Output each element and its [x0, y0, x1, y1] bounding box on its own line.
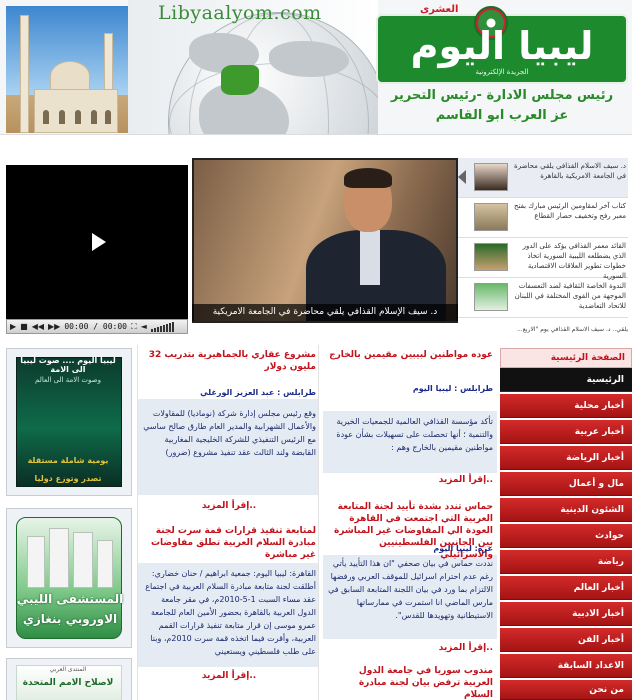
nav-item-home[interactable]: الرئيسية [500, 368, 632, 392]
nav-item-local-news[interactable]: أخبار محلية [500, 394, 632, 418]
thumbnail-image [474, 243, 508, 271]
thumbnail-item[interactable]: الندوة الخاصة الثقافية لضد التعسفات المو… [458, 278, 628, 318]
speaker-icon[interactable]: ◄ [141, 321, 147, 333]
photo-person-hair [344, 168, 392, 188]
stop-button-icon[interactable]: ■ [20, 321, 28, 333]
thumbnail-item[interactable]: د. سيف الاسلام القذافي يلقي محاضرة في ال… [458, 158, 628, 198]
main-dome [50, 61, 90, 91]
logo-tag: العشرى [420, 4, 459, 15]
nav-item-arab-news[interactable]: أخبار عربية [500, 420, 632, 444]
video-controls: ▶ ■ ◀◀ ▶▶ 00:00 / 00:00 ⛶ ◄ [6, 319, 188, 334]
site-header: Libyaalyom.com العشرى ليبيا اليوم الجريد… [0, 0, 632, 135]
volume-bars[interactable] [150, 321, 174, 332]
time-display: 00:00 / 00:00 [64, 322, 127, 331]
mosque-image [6, 6, 128, 133]
article-body: وقع رئيس مجلس إدارة شركة (نوماديا) للمقا… [143, 409, 316, 457]
fullscreen-icon[interactable]: ⛶ [131, 321, 137, 333]
nav-item-sports-news[interactable]: أخبار الرياضة [500, 446, 632, 470]
article-byline: غزة: ليبيا اليوم [433, 544, 493, 553]
logo-subtitle: الجريدة الإلكترونية [475, 68, 529, 76]
libya-map-icon [221, 65, 259, 95]
article-title[interactable]: مشروع عقاري بالجماهيرية بتدريب 32 مليون … [142, 349, 316, 373]
promo-banner-hospital[interactable] [6, 508, 132, 648]
article-byline: طرابلس : ليبيا اليوم [412, 384, 493, 393]
article-body: تأكد مؤسسة القذافي العالمية للجمعيات الخ… [336, 417, 493, 452]
mosque-body [34, 89, 118, 133]
article-byline: طرابلس : عبد العزيز الورغلي [200, 388, 316, 397]
banner-text: وصوت الامة الى العالم [35, 376, 101, 384]
minaret-left [20, 15, 29, 133]
slideshow-thumbnails: د. سيف الاسلام القذافي يلقي محاضرة في ال… [458, 158, 628, 323]
thumbnail-item[interactable]: القائد معمر القذافي يؤكد على الدور الذي … [458, 238, 628, 280]
rewind-icon[interactable]: ◀◀ [32, 321, 44, 333]
article-title[interactable]: مندوب سوريا في جامعة الدول العربية ترفض … [327, 665, 493, 700]
banner-text: المستشفى الليبي [16, 592, 124, 606]
banner-text: المنتدى العربي [49, 666, 87, 673]
thumbnail-text: القائد معمر القذافي يؤكد على الدور الذي … [522, 242, 626, 280]
forward-icon[interactable]: ▶▶ [48, 321, 60, 333]
nav-item-business[interactable]: مال و أعمال [500, 472, 632, 496]
globe-image [168, 12, 378, 134]
nav-header[interactable]: الصفحة الرئيسية [500, 348, 632, 368]
active-arrow-icon [458, 170, 466, 184]
nav-item-archive[interactable]: الاعداد السابقة [500, 654, 632, 678]
nav-item-religion[interactable]: الشئون الدينية [500, 498, 632, 522]
nav-item-literature[interactable]: أخبار الادبية [500, 602, 632, 626]
thumbnail-text: كتاب آخر لمقاومين الرئيس مبارك بفتح معبر… [513, 202, 626, 220]
thumbnail-text: د. سيف الاسلام القذافي يلقي محاضرة في ال… [514, 162, 626, 180]
slide-subcaption: يلقي.. د. سيف الاسلام القذافي يوم "الارب… [516, 326, 628, 333]
featured-slideshow[interactable] [192, 158, 458, 323]
photo-person-shirt [360, 230, 380, 285]
main-nav-menu: الصفحة الرئيسية الرئيسية أخبار محلية أخب… [500, 348, 632, 700]
site-url[interactable]: Libyaalyom.com [158, 2, 322, 24]
nav-item-sports[interactable]: رياضة [500, 550, 632, 574]
read-more-link[interactable]: ..إقرأ المزيد [142, 671, 316, 681]
article-title[interactable]: عوده مواطنين لبيبين مقيمين بالخارج [327, 349, 493, 361]
read-more-link[interactable]: ..إقرأ المزيد [142, 501, 316, 511]
banner-text: تصدر وتوزع دوليا [34, 474, 102, 483]
article-body: نددت حماس في بيان صحفي "ان هذا التأييد ي… [328, 559, 493, 620]
banner-text: يومية شاملة مستقلة [27, 456, 109, 465]
read-more-link[interactable]: ..إقرأ المزيد [327, 643, 493, 653]
play-button-icon[interactable]: ▶ [10, 321, 16, 333]
thumbnail-image [474, 203, 508, 231]
thumbnail-image [474, 163, 508, 191]
banner-text: لاصلاح الامم المتحدة [22, 678, 114, 688]
editor-name: عز العرب ابو القاسم [435, 108, 569, 123]
banner-text: الاوروبي بنغازي [22, 612, 118, 626]
news-column-right: عوده مواطنين لبيبين مقيمين بالخارج طرابل… [323, 345, 497, 700]
play-icon[interactable] [92, 233, 106, 251]
slide-caption[interactable]: د. سيف الإسلام القذافي يلقي محاضرة في ال… [192, 304, 458, 334]
nav-item-incidents[interactable]: حوادث [500, 524, 632, 548]
nav-item-about[interactable]: من نحن [500, 680, 632, 700]
thumbnail-image [474, 283, 508, 311]
thumbnail-text: الندوة الخاصة الثقافية لضد التعسفات المو… [514, 282, 626, 310]
banner-text: ليبيا اليوم .... صوت ليبيا الى الامة [20, 356, 116, 374]
thumbnail-item[interactable]: كتاب آخر لمقاومين الرئيس مبارك بفتح معبر… [458, 198, 628, 238]
nav-item-world-news[interactable]: أخبار العالم [500, 576, 632, 600]
editor-line: رئيس مجلس الادارة -رئيس التحرير [390, 88, 614, 103]
read-more-link[interactable]: ..إقرأ المزيد [327, 475, 493, 485]
article-body: القاهرة: ليبيا اليوم: جمعية ابراهيم / حن… [145, 569, 316, 656]
nav-item-art[interactable]: أخبار الفن [500, 628, 632, 652]
news-column-middle: مشروع عقاري بالجماهيرية بتدريب 32 مليون … [137, 345, 319, 700]
article-title[interactable]: لمتابعة تنفيذ قرارات قمة سرت لجنة مبادرة… [142, 525, 316, 561]
logo-title[interactable]: ليبيا اليوم [386, 24, 618, 68]
